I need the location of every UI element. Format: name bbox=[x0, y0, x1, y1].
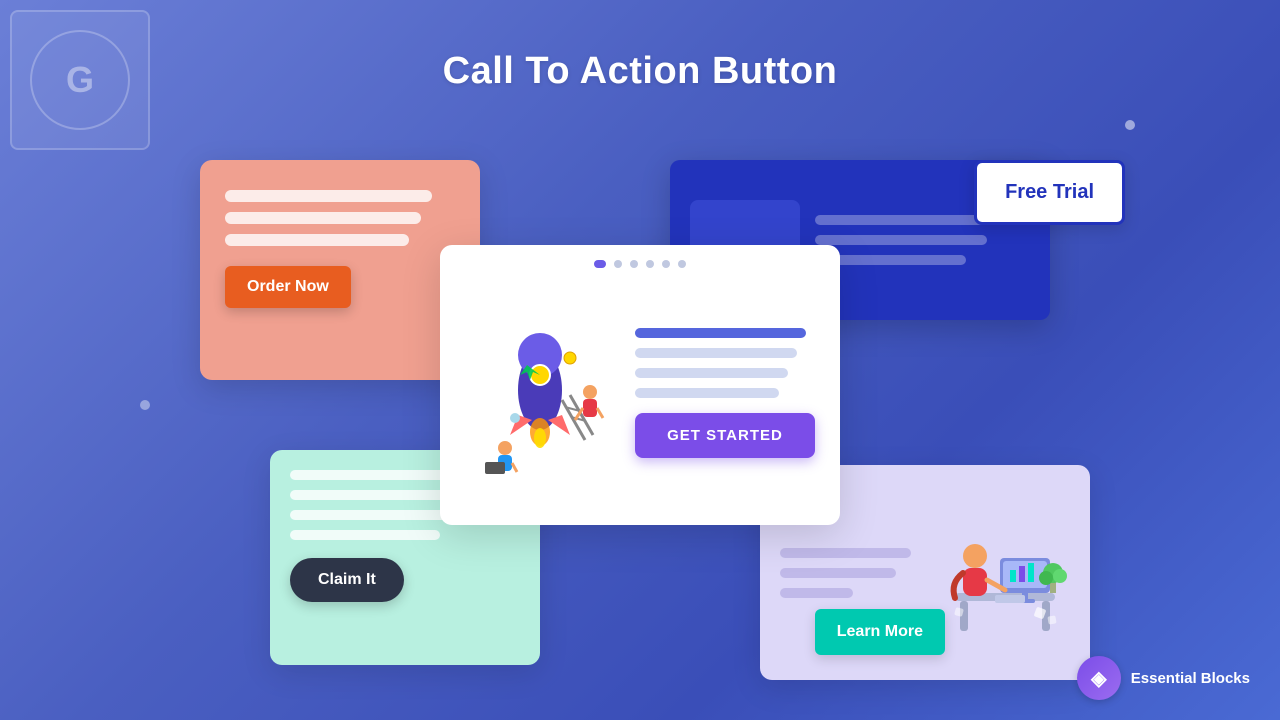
logo-box: G bbox=[10, 10, 150, 150]
claim-it-button[interactable]: Claim It bbox=[290, 558, 404, 602]
dot-active bbox=[594, 260, 606, 268]
card-line bbox=[635, 328, 806, 338]
card-line bbox=[815, 235, 987, 245]
branding: ◈ Essential Blocks bbox=[1077, 656, 1250, 700]
learn-more-button[interactable]: Learn More bbox=[815, 609, 945, 655]
logo-letter: G bbox=[66, 59, 94, 101]
branding-name: Essential Blocks bbox=[1131, 670, 1250, 687]
dot bbox=[614, 260, 622, 268]
branding-icon-symbol: ◈ bbox=[1091, 666, 1106, 691]
decorative-dot bbox=[1125, 120, 1135, 130]
cards-area: Order Now Free Trial bbox=[0, 130, 1280, 720]
person-at-desk-illustration bbox=[940, 508, 1070, 638]
dot bbox=[678, 260, 686, 268]
dot bbox=[630, 260, 638, 268]
card-pink: Order Now bbox=[200, 160, 480, 380]
card-line bbox=[635, 348, 797, 358]
card-center-right: GET STARTED bbox=[635, 328, 815, 458]
card-line bbox=[780, 588, 853, 598]
card-dots bbox=[440, 260, 840, 268]
card-line bbox=[290, 530, 440, 540]
card-line bbox=[780, 548, 911, 558]
logo-inner: G bbox=[30, 30, 130, 130]
dot bbox=[646, 260, 654, 268]
dot bbox=[662, 260, 670, 268]
card-line bbox=[635, 388, 779, 398]
card-line bbox=[290, 510, 451, 520]
card-line bbox=[635, 368, 788, 378]
card-line bbox=[225, 190, 432, 202]
card-center: GET STARTED bbox=[440, 245, 840, 525]
branding-icon: ◈ bbox=[1077, 656, 1121, 700]
rocket-illustration bbox=[465, 300, 615, 480]
card-lavender-lines bbox=[780, 548, 925, 598]
free-trial-button[interactable]: Free Trial bbox=[974, 160, 1125, 225]
card-line bbox=[225, 212, 421, 224]
card-line bbox=[780, 568, 896, 578]
get-started-button[interactable]: GET STARTED bbox=[635, 413, 815, 458]
page-title: Call To Action Button bbox=[0, 0, 1280, 93]
order-now-button[interactable]: Order Now bbox=[225, 266, 351, 308]
card-line bbox=[225, 234, 409, 246]
